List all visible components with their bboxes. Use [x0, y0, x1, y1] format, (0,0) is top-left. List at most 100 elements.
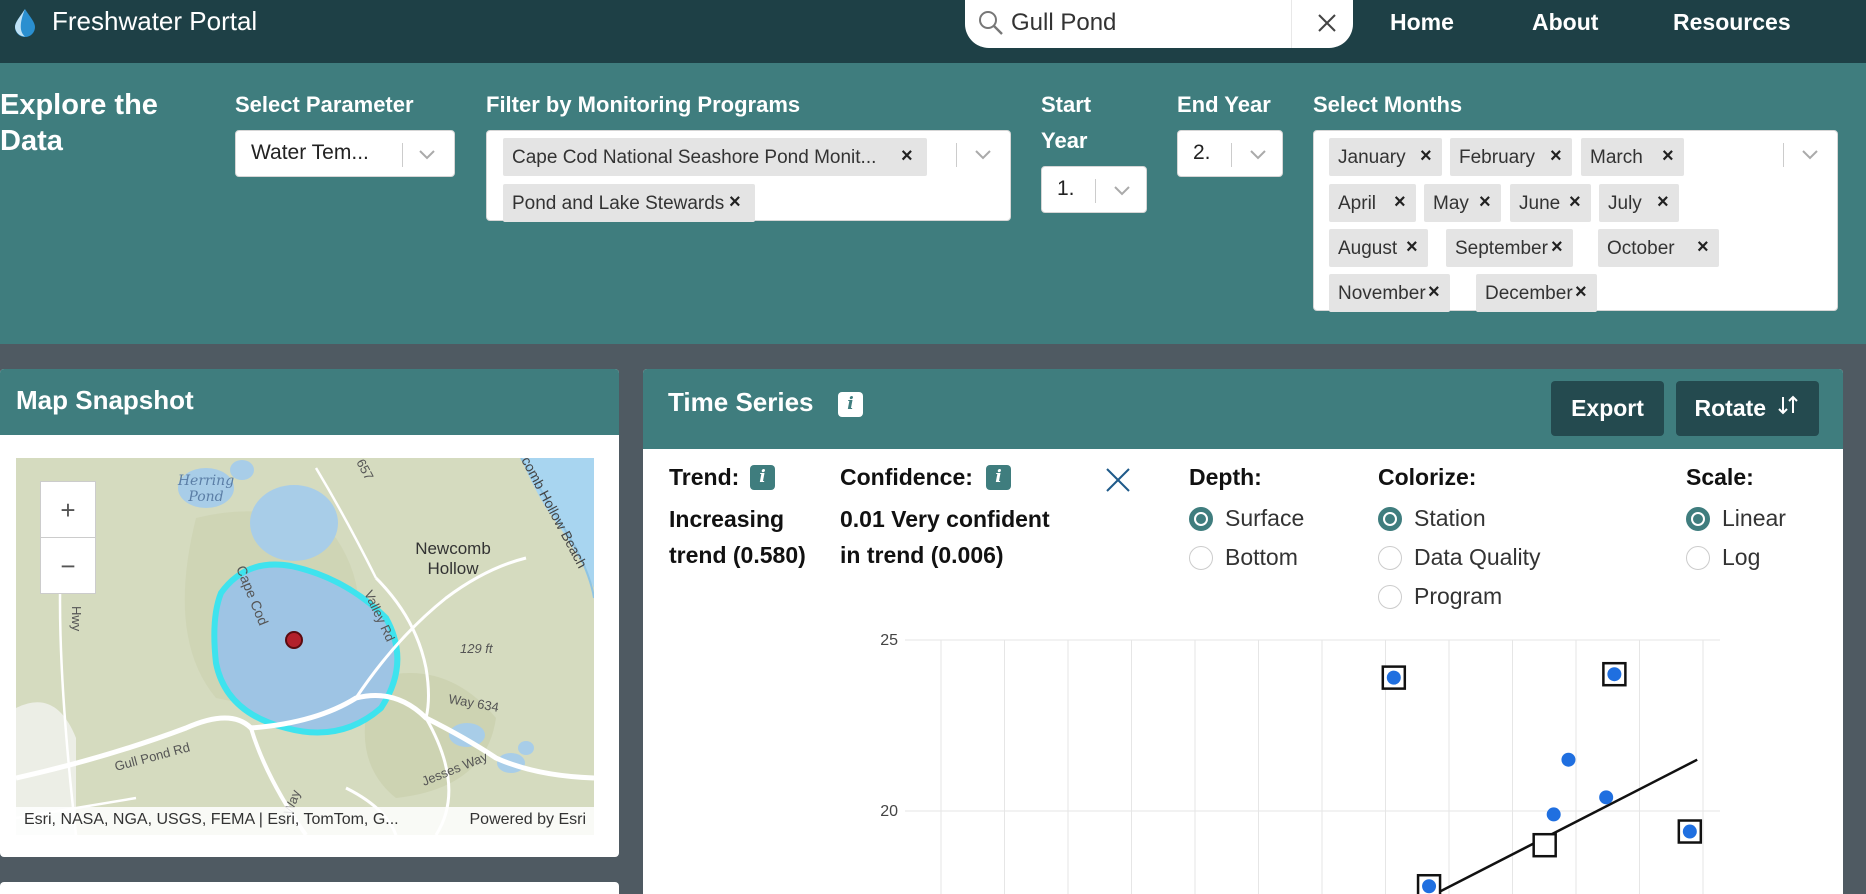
powered-by[interactable]: Powered by Esri — [470, 811, 587, 829]
month-chip-label: March — [1590, 147, 1643, 168]
map-attribution: Esri, NASA, NGA, USGS, FEMA | Esri, TomT… — [16, 807, 594, 835]
month-chip: October × — [1598, 229, 1719, 267]
month-chip-label: October — [1607, 238, 1675, 259]
month-chip: May × — [1424, 184, 1501, 222]
trend-value-line2: trend (0.580) — [669, 542, 806, 568]
remove-chip-icon[interactable]: × — [1575, 281, 1587, 304]
remove-chip-icon[interactable]: × — [1428, 281, 1440, 304]
info-icon[interactable]: i — [838, 392, 863, 417]
month-chip-label: May — [1433, 193, 1469, 214]
remove-chip-icon[interactable]: × — [1697, 236, 1709, 259]
parameter-select[interactable]: Water Tem... — [235, 130, 455, 177]
data-point — [1546, 807, 1561, 822]
remove-chip-icon[interactable]: × — [1420, 145, 1432, 168]
radio-station[interactable]: Station — [1378, 505, 1486, 532]
month-chip-label: January — [1338, 147, 1406, 168]
water-drop-icon — [12, 7, 38, 37]
start-year-select[interactable]: 1. — [1041, 166, 1147, 213]
radio-label: Linear — [1722, 505, 1786, 531]
rotate-button[interactable]: Rotate — [1676, 381, 1819, 436]
depth-label: Depth: — [1189, 464, 1262, 490]
nav-link-resources[interactable]: Resources — [1673, 9, 1791, 36]
confidence-value: 0.01 Very confident in trend (0.006) — [840, 501, 1050, 573]
search-input[interactable] — [1011, 6, 1251, 40]
month-chip: September × — [1446, 229, 1573, 267]
remove-chip-icon[interactable]: × — [1550, 145, 1562, 168]
month-chip: March × — [1581, 138, 1684, 176]
program-chip: Pond and Lake Stewards × — [503, 184, 755, 222]
radio-linear[interactable]: Linear — [1686, 505, 1786, 532]
close-icon[interactable] — [1314, 10, 1340, 36]
nav-link-home[interactable]: Home — [1390, 9, 1454, 36]
month-chip-label: August — [1338, 238, 1398, 259]
search-icon — [977, 9, 1005, 37]
map-label-hwy: Hwy — [69, 606, 84, 632]
month-chip-label: November — [1338, 283, 1426, 304]
brand[interactable]: Freshwater Portal — [12, 6, 257, 37]
trend-line — [1432, 758, 1698, 894]
programs-select[interactable]: Cape Cod National Seashore Pond Monit...… — [486, 130, 1011, 222]
radio-bottom[interactable]: Bottom — [1189, 544, 1298, 571]
confidence-label: Confidence: — [840, 464, 973, 490]
program-chip-label: Pond and Lake Stewards — [512, 193, 725, 214]
confidence-value-line2: in trend (0.006) — [840, 542, 1004, 568]
chevron-down-icon — [417, 145, 437, 165]
data-point — [1607, 667, 1622, 682]
colorize-label: Colorize: — [1378, 464, 1477, 490]
program-chip: Cape Cod National Seashore Pond Monit...… — [503, 138, 927, 176]
month-chip: December × — [1476, 274, 1597, 312]
remove-chip-icon[interactable]: × — [1406, 236, 1418, 259]
map-label-herring: Herring — [177, 473, 234, 489]
remove-chip-icon[interactable]: × — [1551, 236, 1563, 259]
remove-chip-icon[interactable]: × — [901, 145, 913, 168]
end-year-select[interactable]: 2. — [1177, 130, 1283, 177]
remove-chip-icon[interactable]: × — [1479, 191, 1491, 214]
remove-chip-icon[interactable]: × — [1662, 145, 1674, 168]
radio-selected-icon — [1378, 506, 1402, 531]
zoom-in-button[interactable]: + — [41, 482, 95, 538]
info-icon[interactable]: i — [986, 465, 1011, 490]
select-divider — [1783, 143, 1784, 167]
chevron-down-icon — [1248, 145, 1268, 165]
remove-chip-icon[interactable]: × — [1394, 191, 1406, 214]
remove-chip-icon[interactable]: × — [729, 191, 741, 214]
radio-unselected-icon — [1686, 545, 1710, 570]
map-label-pond: Pond — [187, 489, 223, 505]
close-icon[interactable] — [1105, 467, 1131, 498]
rotate-label: Rotate — [1694, 395, 1767, 421]
remove-chip-icon[interactable]: × — [1569, 191, 1581, 214]
radio-label: Surface — [1225, 505, 1305, 531]
time-series-title: Time Series — [668, 387, 814, 417]
start-year-label: Start Year — [1041, 87, 1091, 159]
radio-program[interactable]: Program — [1378, 583, 1502, 610]
select-divider — [956, 143, 957, 167]
start-year-label-line2: Year — [1041, 128, 1088, 153]
map-view[interactable]: Herring Pond Newcomb Hollow Cape Cod Val… — [16, 458, 594, 835]
nav-link-about[interactable]: About — [1532, 9, 1598, 36]
month-chip: February × — [1450, 138, 1572, 176]
radio-data-quality[interactable]: Data Quality — [1378, 544, 1541, 571]
search-box[interactable] — [965, 0, 1353, 48]
month-chip-label: December — [1485, 283, 1573, 304]
time-series-chart[interactable]: 2025 — [860, 620, 1760, 894]
info-icon[interactable]: i — [750, 465, 775, 490]
attribution-text[interactable]: Esri, NASA, NGA, USGS, FEMA | Esri, TomT… — [24, 811, 399, 829]
radio-selected-icon — [1686, 506, 1710, 531]
map-panel-title: Map Snapshot — [16, 385, 194, 415]
trend-value-line1: Increasing — [669, 506, 785, 532]
month-chip: January × — [1329, 138, 1442, 176]
radio-unselected-icon — [1189, 545, 1213, 570]
months-select[interactable]: January × February × March × April × May × Ju… — [1313, 130, 1838, 312]
y-tick-label: 25 — [880, 632, 898, 649]
zoom-out-button[interactable]: − — [41, 538, 95, 594]
radio-log[interactable]: Log — [1686, 544, 1760, 571]
filter-panel: Explore the Data Select Parameter Water … — [0, 63, 1866, 344]
data-point — [1561, 752, 1576, 767]
month-chip-label: June — [1519, 193, 1561, 214]
y-tick-label: 20 — [880, 803, 898, 820]
remove-chip-icon[interactable]: × — [1657, 191, 1669, 214]
radio-surface[interactable]: Surface — [1189, 505, 1304, 532]
trend-label: Trend: — [669, 464, 740, 490]
export-button[interactable]: Export — [1551, 381, 1664, 436]
end-year-label: End Year — [1177, 92, 1271, 117]
